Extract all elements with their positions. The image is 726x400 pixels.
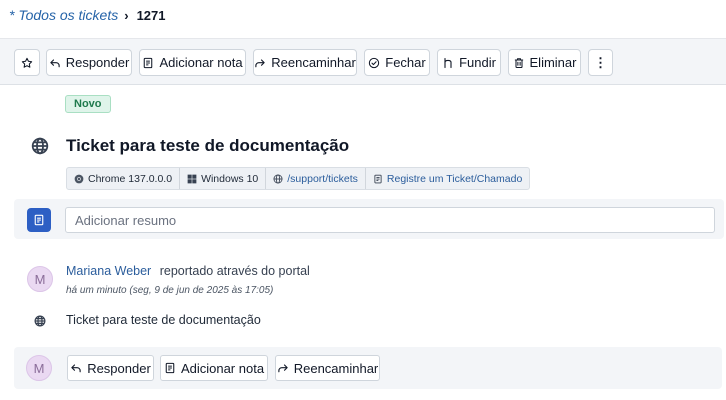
summary-icon <box>27 208 51 232</box>
breadcrumb: * Todos os tickets › 1271 <box>9 6 165 24</box>
star-button[interactable] <box>14 49 40 76</box>
merge-button-label: Fundir <box>459 55 496 70</box>
add-note-button-label: Adicionar nota <box>159 55 243 70</box>
source-path-label: /support/tickets <box>287 172 358 185</box>
chrome-icon <box>74 174 84 183</box>
delete-button-label: Eliminar <box>529 55 577 70</box>
star-icon <box>21 57 33 69</box>
author-name-link[interactable]: Mariana Weber <box>66 264 151 278</box>
status-badge: Novo <box>65 95 111 113</box>
delete-button[interactable]: Eliminar <box>508 49 581 76</box>
globe-icon <box>273 174 283 183</box>
summary-panel <box>14 199 724 239</box>
os-info: Windows 10 <box>180 168 267 189</box>
form-label: Registre um Ticket/Chamado <box>386 172 523 185</box>
check-circle-icon <box>368 57 380 69</box>
note-icon <box>165 362 175 374</box>
ticket-meta-info: Chrome 137.0.0.0 Windows 10 /support/tic… <box>66 167 531 190</box>
close-ticket-button-label: Fechar <box>385 55 426 70</box>
breadcrumb-separator: › <box>124 7 129 23</box>
windows-icon <box>187 174 197 183</box>
ticket-title: Ticket para teste de documentação <box>66 136 350 155</box>
reply-button[interactable]: Responder <box>46 49 132 76</box>
breadcrumb-ticket-number: 1271 <box>136 7 166 23</box>
merge-icon <box>442 57 454 69</box>
activity-message: Ticket para teste de documentação <box>66 313 261 327</box>
more-actions-button[interactable]: ⋮ <box>588 49 613 76</box>
reply-button-label: Responder <box>65 55 130 70</box>
add-note-button[interactable]: Adicionar nota <box>160 355 268 381</box>
reply-icon <box>49 57 61 69</box>
activity-source: reportado através do portal <box>159 264 310 278</box>
close-ticket-button[interactable]: Fechar <box>364 49 430 76</box>
reply-icon <box>71 364 81 373</box>
avatar: M <box>26 355 52 381</box>
forward-button[interactable]: Reencaminhar <box>253 49 357 76</box>
note-icon <box>142 57 154 69</box>
activity-author-line: Mariana Weber reportado através do porta… <box>66 264 310 278</box>
browser-label: Chrome 137.0.0.0 <box>88 172 173 185</box>
forward-icon <box>254 57 266 69</box>
globe-icon <box>34 315 46 327</box>
add-note-button-label: Adicionar nota <box>180 360 265 376</box>
reply-button-label: Responder <box>87 360 151 376</box>
os-label: Windows 10 <box>201 172 259 185</box>
breadcrumb-all-tickets-link[interactable]: * Todos os tickets <box>9 7 118 23</box>
add-note-button[interactable]: Adicionar nota <box>139 49 246 76</box>
form-icon <box>374 174 382 183</box>
trash-icon <box>513 57 525 69</box>
ticket-toolbar: Responder Adicionar nota Reencaminhar Fe… <box>0 38 726 85</box>
more-vertical-icon: ⋮ <box>594 54 607 70</box>
form-link[interactable]: Registre um Ticket/Chamado <box>366 168 529 189</box>
avatar: M <box>27 266 53 292</box>
activity-timestamp: há um minuto (seg, 9 de jun de 2025 às 1… <box>66 285 274 296</box>
browser-info: Chrome 137.0.0.0 <box>67 168 181 189</box>
globe-icon <box>31 137 49 155</box>
summary-input[interactable] <box>65 207 715 233</box>
forward-button-label: Reencaminhar <box>271 55 356 70</box>
source-path-link[interactable]: /support/tickets <box>266 168 366 189</box>
forward-button-label: Reencaminhar <box>293 360 379 376</box>
forward-icon <box>278 364 288 373</box>
merge-button[interactable]: Fundir <box>437 49 501 76</box>
reply-button[interactable]: Responder <box>67 355 154 381</box>
forward-button[interactable]: Reencaminhar <box>275 355 380 381</box>
reply-panel: M Responder Adicionar nota Reencaminhar <box>14 347 722 389</box>
